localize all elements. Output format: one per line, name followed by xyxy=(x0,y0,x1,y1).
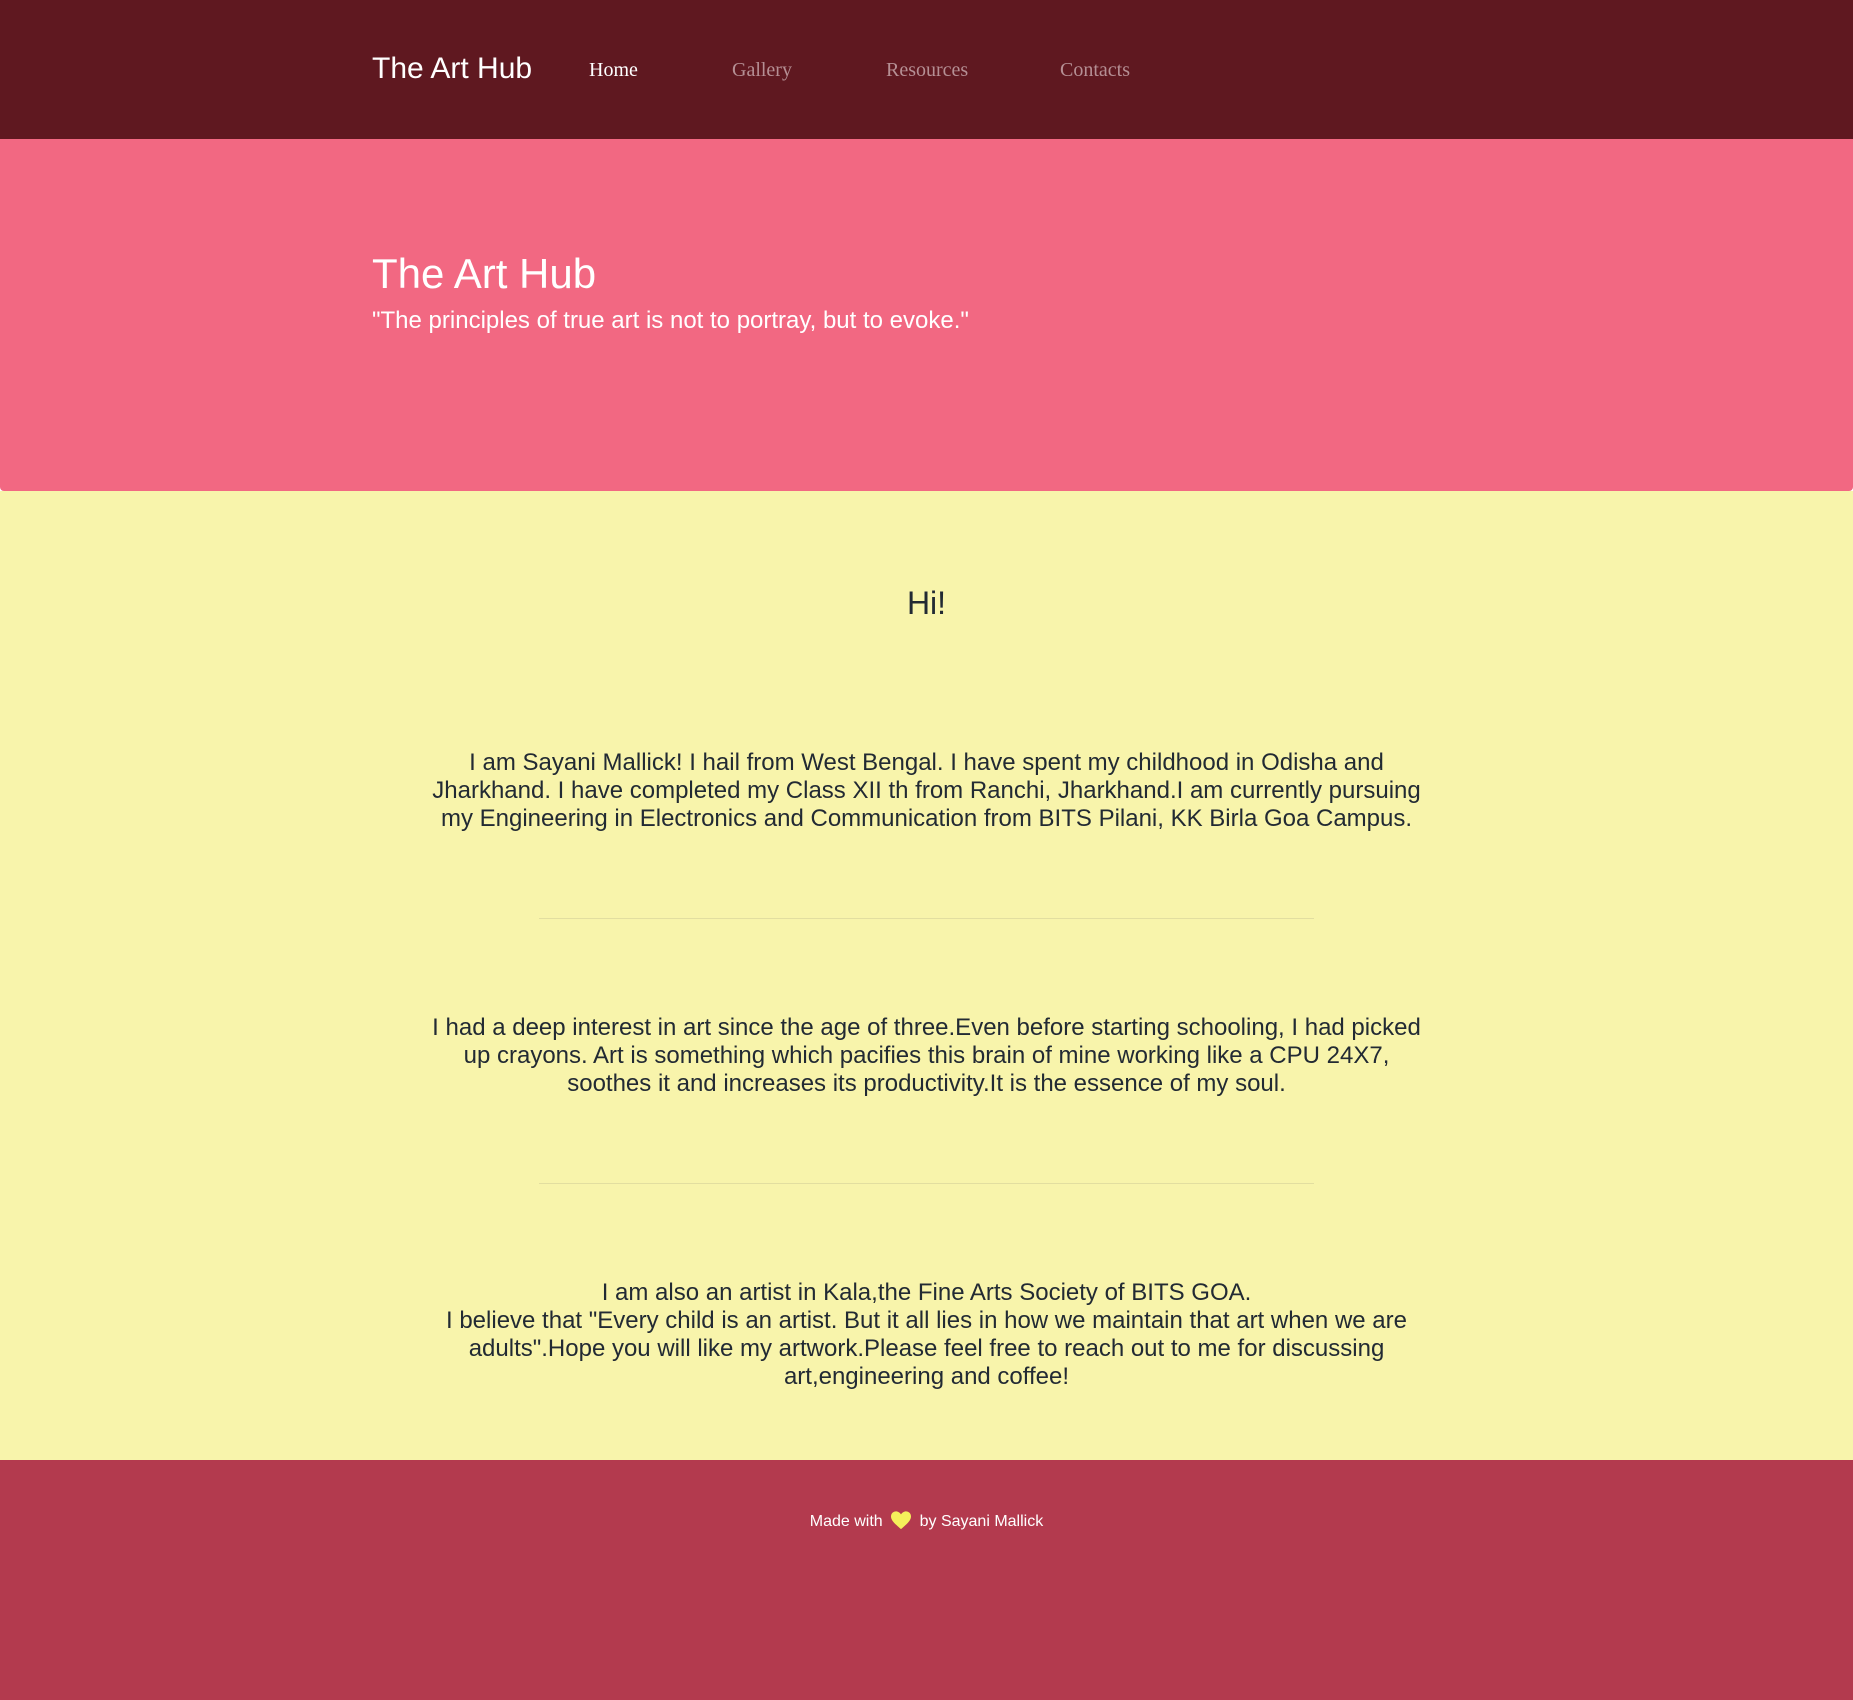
footer-author: by Sayani Mallick xyxy=(919,1513,1044,1530)
nav-link-resources[interactable]: Resources xyxy=(886,58,968,82)
closing-paragraph: I am also an artist in Kala,the Fine Art… xyxy=(426,1279,1427,1391)
nav-link-contacts[interactable]: Contacts xyxy=(1060,58,1130,82)
footer: Made with by Sayani Mallick xyxy=(0,1460,1853,1700)
hero-title: The Art Hub xyxy=(372,250,597,297)
greeting-heading: Hi! xyxy=(906,585,947,621)
kala-line: I am also an artist in Kala,the Fine Art… xyxy=(601,1279,1252,1306)
hero-banner: The Art Hub "The principles of true art … xyxy=(0,139,1853,491)
hero-quote: "The principles of true art is not to po… xyxy=(372,307,969,334)
nav-link-gallery[interactable]: Gallery xyxy=(732,58,792,82)
brand-link[interactable]: The Art Hub xyxy=(372,51,532,87)
about-section: Hi! I am Sayani Mallick! I hail from Wes… xyxy=(0,491,1853,1460)
footer-credit: Made with by Sayani Mallick xyxy=(0,1510,1853,1533)
footer-prefix: Made with xyxy=(809,1513,883,1530)
nav-link-home[interactable]: Home xyxy=(589,58,638,82)
heart-icon xyxy=(891,1511,912,1530)
section-divider xyxy=(539,1183,1314,1184)
belief-line: I believe that "Every child is an artist… xyxy=(446,1307,1407,1390)
intro-paragraph: I am Sayani Mallick! I hail from West Be… xyxy=(432,749,1421,832)
navbar: The Art Hub Home Gallery Resources Conta… xyxy=(0,0,1853,139)
art-interest-paragraph: I had a deep interest in art since the a… xyxy=(432,1014,1421,1097)
section-divider xyxy=(539,918,1314,919)
